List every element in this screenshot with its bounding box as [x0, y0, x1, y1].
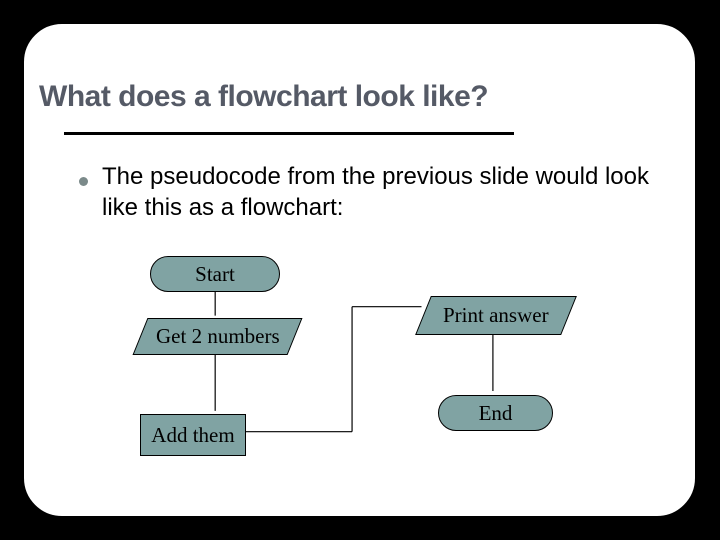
flow-node-input-label: Get 2 numbers: [156, 324, 280, 349]
flow-node-end-label: End: [479, 401, 513, 426]
flow-node-output-label: Print answer: [443, 303, 549, 328]
flow-node-end: End: [438, 395, 553, 431]
flow-node-input: Get 2 numbers: [133, 318, 303, 355]
flowchart-connectors: [24, 24, 695, 516]
flow-node-start: Start: [150, 256, 280, 292]
flow-node-start-label: Start: [195, 262, 235, 287]
flow-node-output: Print answer: [415, 296, 577, 335]
flowchart: Start Get 2 numbers Add them Print answe…: [24, 24, 695, 516]
flow-node-process-label: Add them: [151, 423, 234, 448]
flow-node-process: Add them: [140, 414, 246, 456]
slide-frame: What does a flowchart look like? The pse…: [22, 22, 697, 518]
